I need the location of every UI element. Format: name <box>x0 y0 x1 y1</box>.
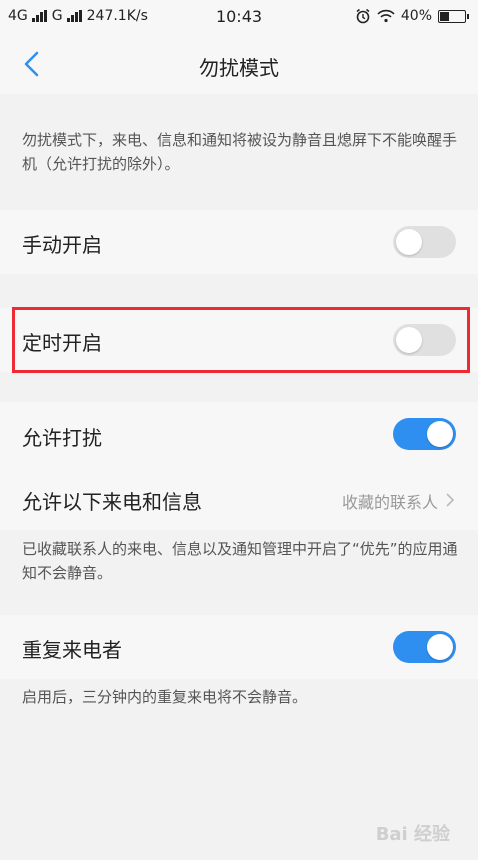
repeat-note: 启用后，三分钟内的重复来电将不会静音。 <box>22 688 308 706</box>
repeat-caller-toggle[interactable] <box>393 631 456 663</box>
status-right: 40% <box>349 8 469 24</box>
chevron-right-icon[interactable] <box>444 492 456 508</box>
allow-group: 允许打扰 允许以下来电和信息 收藏的联系人 <box>0 402 478 530</box>
toggle-knob <box>427 421 453 447</box>
battery-icon <box>438 9 469 23</box>
intro-description: 勿扰模式下，来电、信息和通知将被设为静音且熄屏下不能唤醒手机（允许打扰的除外）。 <box>22 131 458 173</box>
toggle-knob <box>396 327 422 353</box>
manual-mode-label: 手动开启 <box>22 233 102 257</box>
page-title: 勿扰模式 <box>199 56 279 80</box>
manual-mode-toggle[interactable] <box>393 226 456 258</box>
scheduled-mode-toggle[interactable] <box>393 324 456 356</box>
watermark: Bai 经验 <box>375 824 450 845</box>
battery-fill <box>440 11 449 21</box>
alarm-icon <box>356 8 370 24</box>
status-bar: 4G G 247.1K/s 10:43 40% <box>0 0 478 34</box>
nav-bar: 勿扰模式 <box>0 34 478 94</box>
allow-calls-value[interactable]: 收藏的联系人 <box>342 489 438 513</box>
allow-calls-label[interactable]: 允许以下来电和信息 <box>22 486 202 515</box>
toggle-knob <box>427 634 453 660</box>
battery-percent: 40% <box>400 8 432 24</box>
allow-interrupt-toggle[interactable] <box>393 418 456 450</box>
toggle-knob <box>396 229 422 255</box>
allow-note: 已收藏联系人的来电、信息以及通知管理中开启了“优先”的应用通知不会静音。 <box>22 540 458 582</box>
scheduled-mode-label: 定时开启 <box>22 331 102 355</box>
manual-mode-row[interactable]: 手动开启 <box>0 210 478 274</box>
repeat-caller-row[interactable]: 重复来电者 <box>0 615 478 679</box>
wifi-icon <box>377 9 395 23</box>
repeat-caller-label: 重复来电者 <box>22 638 122 662</box>
scheduled-mode-row[interactable]: 定时开启 <box>0 308 478 372</box>
allow-interrupt-label: 允许打扰 <box>22 426 102 450</box>
